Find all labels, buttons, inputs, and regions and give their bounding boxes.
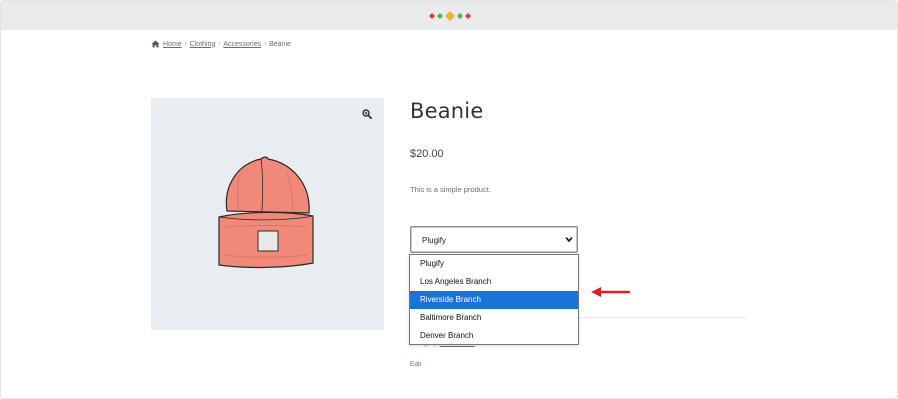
breadcrumb-accessories-link[interactable]: Accessories: [223, 41, 261, 48]
branch-option[interactable]: Los Angeles Branch: [410, 273, 578, 291]
beanie-image: [218, 156, 314, 269]
red-arrow-icon: [591, 287, 631, 297]
diamond-logo-icon[interactable]: [426, 10, 474, 22]
home-icon: [151, 40, 160, 48]
branch-dropdown-list[interactable]: Plugify Los Angeles Branch Riverside Bra…: [409, 254, 579, 345]
product-description: This is a simple product.: [410, 185, 491, 194]
product-title: Beanie: [410, 99, 484, 123]
branch-option[interactable]: Baltimore Branch: [410, 309, 578, 327]
branch-option[interactable]: Plugify: [410, 255, 578, 273]
site-header: [1, 1, 897, 30]
zoom-in-icon[interactable]: [362, 109, 372, 119]
product-gallery[interactable]: [151, 98, 384, 330]
breadcrumb-current: Beanie: [269, 40, 291, 48]
branch-select[interactable]: Plugify: [410, 226, 578, 253]
breadcrumb-clothing-link[interactable]: Clothing: [190, 41, 216, 48]
breadcrumb: Home › Clothing › Accessories › Beanie: [151, 40, 291, 48]
breadcrumb-home-link[interactable]: Home: [163, 41, 182, 48]
breadcrumb-separator: ›: [218, 41, 221, 47]
chevron-down-icon: [565, 236, 573, 243]
branch-select-value: Plugify: [422, 236, 447, 245]
branch-option[interactable]: Denver Branch: [410, 327, 578, 345]
page-frame: Home › Clothing › Accessories › Beanie B…: [0, 0, 898, 399]
breadcrumb-separator: ›: [184, 41, 187, 47]
product-price: $20.00: [410, 148, 444, 160]
breadcrumb-separator: ›: [264, 41, 267, 47]
branch-option-highlighted[interactable]: Riverside Branch: [410, 291, 578, 309]
edit-link[interactable]: Edit: [410, 361, 421, 368]
